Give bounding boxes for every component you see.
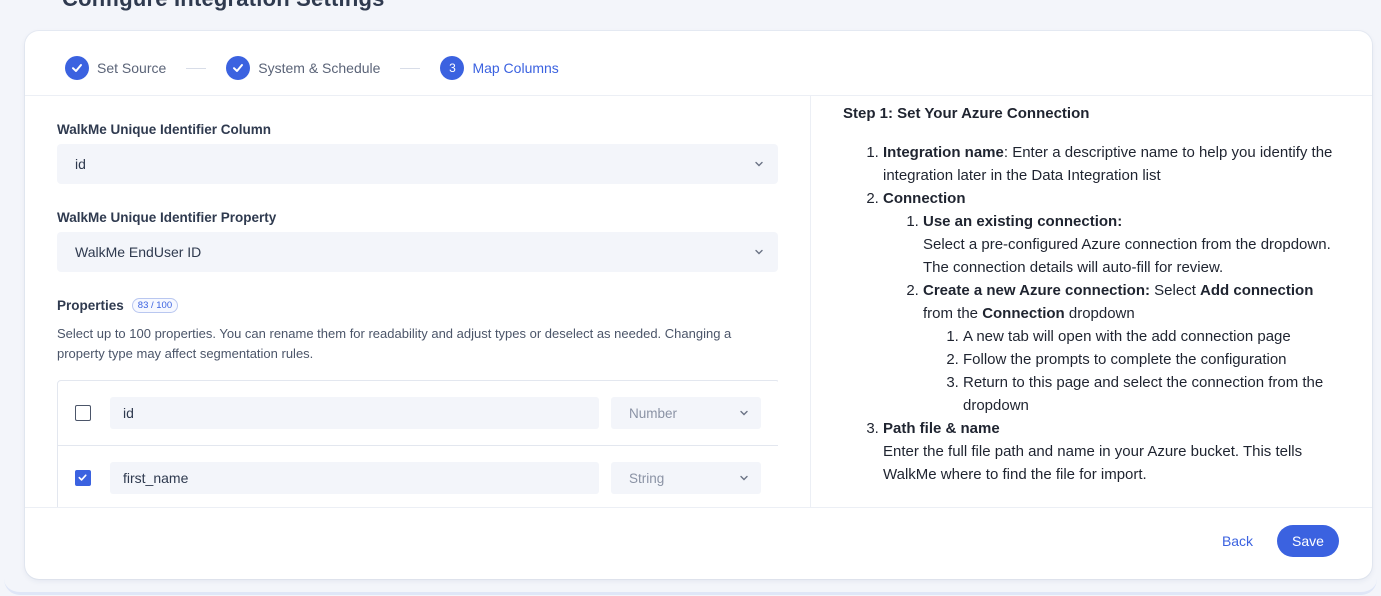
step-label: Map Columns	[472, 60, 559, 76]
help-subsubitem: Follow the prompts to complete the confi…	[963, 348, 1343, 371]
check-icon	[226, 56, 251, 80]
properties-count-badge: 83 / 100	[131, 298, 179, 313]
step-separator	[400, 67, 421, 69]
chevron-down-icon	[755, 249, 763, 255]
help-panel: Step 1: Set Your Azure Connection Integr…	[843, 105, 1343, 486]
table-row: first_name String	[58, 446, 778, 507]
help-subitem-new: Create a new Azure connection: Select Ad…	[923, 279, 1343, 417]
id-column-label: WalkMe Unique Identifier Column	[57, 122, 272, 137]
property-type-select[interactable]: Number	[611, 397, 761, 429]
id-column-select[interactable]: id	[57, 144, 778, 184]
table-row: id Number	[58, 381, 778, 446]
help-title: Step 1: Set Your Azure Connection	[843, 105, 1090, 122]
column-divider	[810, 95, 811, 507]
chevron-down-icon	[740, 475, 748, 481]
id-column-value: id	[75, 156, 86, 172]
step-number: 3	[440, 56, 465, 80]
id-property-select[interactable]: WalkMe EndUser ID	[57, 232, 778, 272]
properties-description: Select up to 100 properties. You can ren…	[57, 326, 732, 361]
help-item-connection: Connection Use an existing connection:Se…	[883, 187, 1343, 417]
help-subsublist: A new tab will open with the add connect…	[923, 325, 1343, 417]
help-sublist: Use an existing connection:Select a pre-…	[883, 210, 1343, 417]
save-button[interactable]: Save	[1277, 525, 1339, 557]
stepper: Set Source System & Schedule 3 Map Colum…	[65, 55, 559, 81]
help-subsubitem: A new tab will open with the add connect…	[963, 325, 1343, 348]
property-name-input[interactable]: id	[110, 397, 599, 429]
id-property-label: WalkMe Unique Identifier Property	[57, 210, 277, 225]
step-map-columns[interactable]: 3 Map Columns	[440, 56, 559, 80]
chevron-down-icon	[755, 161, 763, 167]
mapping-panel: WalkMe Unique Identifier Column id WalkM…	[57, 95, 778, 507]
properties-header: Properties 83 / 100	[57, 298, 179, 313]
row-checkbox[interactable]	[75, 405, 91, 421]
wizard-card: Set Source System & Schedule 3 Map Colum…	[25, 31, 1372, 579]
step-label: System & Schedule	[258, 60, 381, 76]
step-set-source[interactable]: Set Source	[65, 56, 166, 80]
footer-divider	[25, 507, 1372, 508]
checkmark-icon	[78, 474, 87, 481]
help-steps-list: Integration name: Enter a descriptive na…	[843, 141, 1343, 486]
step-system-schedule[interactable]: System & Schedule	[226, 56, 380, 80]
frame-edge	[4, 560, 1377, 595]
property-type-value: Number	[629, 405, 678, 421]
property-type-value: String	[629, 470, 665, 486]
help-subitem-existing: Use an existing connection:Select a pre-…	[923, 210, 1343, 279]
help-item-path: Path file & nameEnter the full file path…	[883, 417, 1343, 486]
property-type-select[interactable]: String	[611, 462, 761, 494]
help-item-integration-name: Integration name: Enter a descriptive na…	[883, 141, 1343, 187]
step-label: Set Source	[97, 60, 167, 76]
check-icon	[65, 56, 89, 80]
properties-label: Properties	[57, 298, 124, 313]
id-property-value: WalkMe EndUser ID	[75, 244, 202, 260]
help-subsubitem: Return to this page and select the conne…	[963, 371, 1343, 417]
step-separator	[186, 67, 207, 69]
property-name-input[interactable]: first_name	[110, 462, 599, 494]
row-checkbox[interactable]	[75, 470, 91, 486]
page-title: Configure Integration Settings	[62, 0, 385, 12]
properties-table: id Number first_name String	[57, 380, 778, 507]
chevron-down-icon	[740, 410, 748, 416]
back-button[interactable]: Back	[1210, 527, 1265, 555]
page-header-partial: Configure Integration Settings	[0, 0, 1381, 30]
